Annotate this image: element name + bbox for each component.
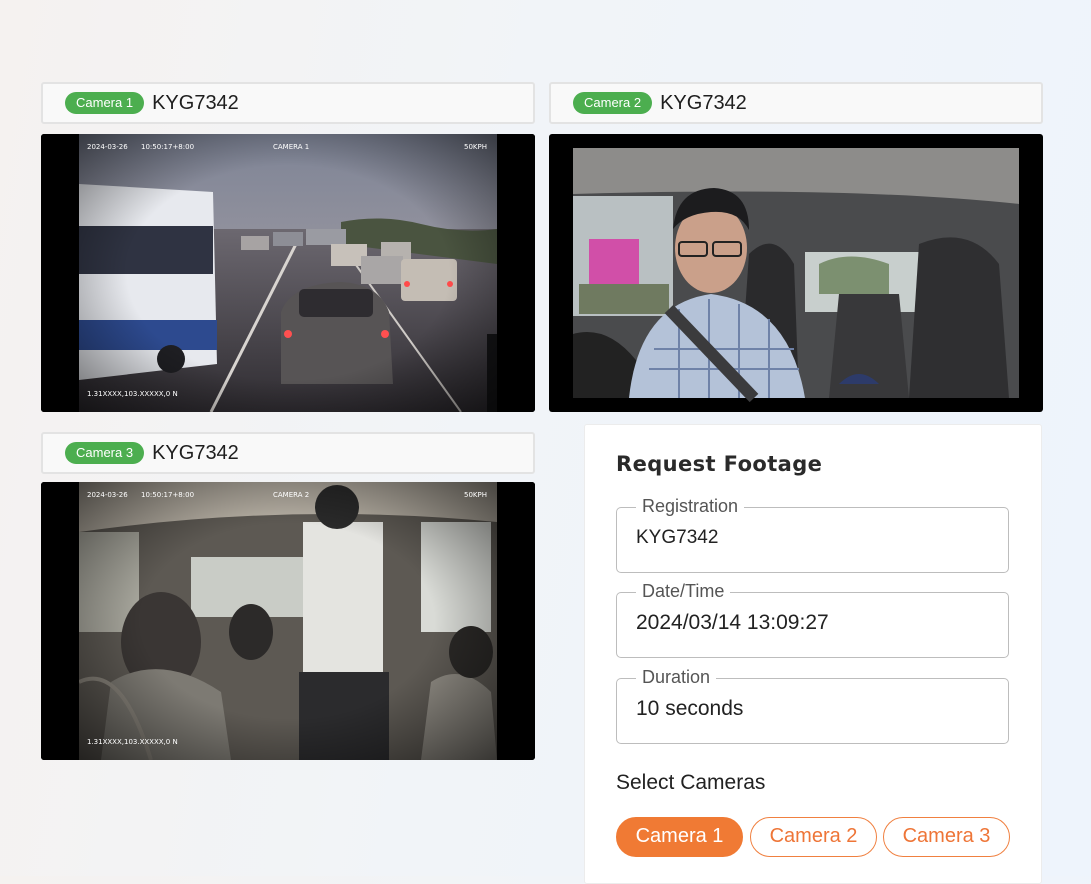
camera-3-osd-date: 2024-03-26 [87,491,128,499]
camera-3-osd-speed: 50KPH [464,491,487,499]
camera-2-chip[interactable]: Camera 2 [750,817,877,857]
camera-3-chip[interactable]: Camera 3 [883,817,1010,857]
camera-3-video-frame: 2024-03-26 10:50:17+8:00 CAMERA 2 50KPH … [41,482,535,760]
camera-1-chip[interactable]: Camera 1 [616,817,743,857]
camera-3-osd-time: 10:50:17+8:00 [141,491,194,499]
camera-1-osd-speed: 50KPH [464,143,487,151]
camera-3-feed[interactable]: 2024-03-26 10:50:17+8:00 CAMERA 2 50KPH … [41,482,535,760]
camera-2-plate: KYG7342 [660,91,747,114]
camera-2-video-frame [573,148,1019,403]
datetime-field[interactable]: Date/Time 2024/03/14 13:09:27 [616,580,1009,658]
camera-1-osd-gps: 1.31XXXX,103.XXXXX,0 N [87,390,178,398]
registration-value: KYG7342 [636,527,719,548]
camera-3-badge: Camera 3 [65,442,145,464]
camera-1-feed[interactable]: 2024-03-26 10:50:17+8:00 CAMERA 1 50KPH … [41,134,535,412]
camera-1-header: Camera 1 KYG7342 [41,82,535,124]
camera-3-plate: KYG7342 [152,441,239,464]
registration-field[interactable]: Registration KYG7342 [616,495,1009,573]
camera-3-osd-gps: 1.31XXXX,103.XXXXX,0 N [87,738,178,746]
duration-value: 10 seconds [636,697,744,720]
select-cameras-label: Select Cameras [616,771,766,794]
camera-1-plate: KYG7342 [152,91,239,114]
camera-2-badge: Camera 2 [573,92,653,114]
datetime-label: Date/Time [636,580,731,602]
camera-1-osd-name: CAMERA 1 [273,143,309,151]
camera-2-feed[interactable] [549,134,1043,412]
registration-label: Registration [636,495,745,517]
camera-1-osd-time: 10:50:17+8:00 [141,143,194,151]
panel-title: Request Footage [616,452,823,476]
camera-1-badge: Camera 1 [65,92,145,114]
camera-1-osd-date: 2024-03-26 [87,143,128,151]
camera-3-header: Camera 3 KYG7342 [41,432,535,474]
camera-1-video-frame: 2024-03-26 10:50:17+8:00 CAMERA 1 50KPH … [41,134,535,412]
request-footage-panel: Request Footage Registration KYG7342 Dat… [584,424,1042,884]
datetime-value: 2024/03/14 13:09:27 [636,611,829,634]
camera-2-header: Camera 2 KYG7342 [549,82,1043,124]
duration-field[interactable]: Duration 10 seconds [616,666,1009,744]
camera-3-osd-name: CAMERA 2 [273,491,309,499]
duration-label: Duration [636,666,717,688]
